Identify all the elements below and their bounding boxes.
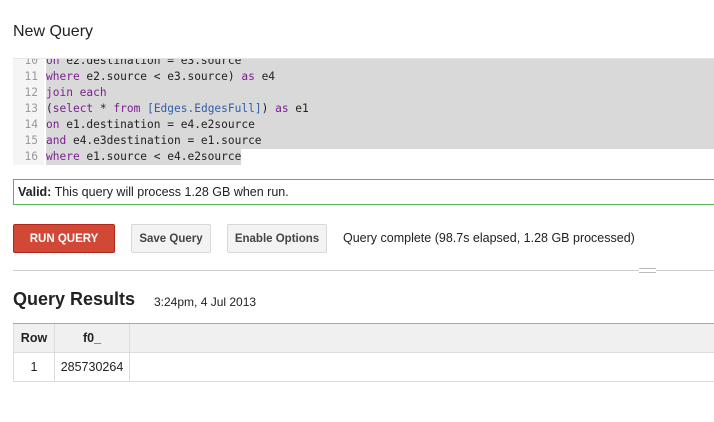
code-line[interactable]: 15 and e4.e3destination = e1.source [13, 133, 714, 149]
line-number: 12 [13, 85, 44, 101]
row-number-cell: 1 [13, 353, 55, 382]
code-keyword: on [46, 118, 60, 131]
line-number: 16 [13, 149, 44, 165]
panel-divider [13, 270, 714, 271]
value-cell: 285730264 [55, 353, 130, 382]
save-query-button[interactable]: Save Query [131, 224, 211, 253]
table-header-row: Row f0_ [13, 324, 714, 353]
line-number: 15 [13, 133, 44, 149]
results-table: Row f0_ 1 285730264 [13, 323, 714, 382]
code-keyword: on [46, 58, 60, 67]
column-header-f0[interactable]: f0_ [55, 324, 130, 353]
code-keyword: as [241, 70, 255, 83]
code-text: ( [46, 102, 53, 115]
code-line[interactable]: 12 join each [13, 85, 714, 101]
code-text: e4 [254, 70, 276, 83]
results-timestamp: 3:24pm, 4 Jul 2013 [154, 295, 257, 309]
code-line[interactable]: 14 on e1.destination = e4.e2source [13, 117, 714, 133]
code-keyword: as [275, 102, 289, 115]
line-number: 13 [13, 101, 44, 117]
code-line[interactable]: 11 where e2.source < e3.source) as e4 [13, 69, 714, 85]
query-status: Query complete (98.7s elapsed, 1.28 GB p… [343, 231, 635, 245]
validation-text: This query will process 1.28 GB when run… [51, 185, 289, 199]
code-text: e2.source < e3.source) [79, 70, 242, 83]
code-keyword: where [46, 150, 80, 163]
enable-options-button[interactable]: Enable Options [227, 224, 327, 253]
code-keyword: where [46, 70, 80, 83]
validation-message: Valid: This query will process 1.28 GB w… [13, 179, 714, 205]
line-number: 14 [13, 117, 44, 133]
query-editor[interactable]: 10 on e2.destination = e3.source 11 wher… [13, 58, 714, 168]
code-keyword: and [46, 134, 67, 147]
results-title: Query Results [13, 289, 136, 309]
column-header-row[interactable]: Row [13, 324, 55, 353]
code-text: e1.destination = e4.e2source [59, 118, 255, 131]
code-text: e1.source < e4.e2source [79, 150, 242, 163]
code-line[interactable]: 13 (select * from [Edges.EdgesFull]) as … [13, 101, 714, 117]
code-keyword: select [52, 102, 94, 115]
resize-grip-icon[interactable] [639, 268, 656, 273]
code-text: e1 [288, 102, 309, 115]
code-text: e4.e3destination = e1.source [66, 134, 262, 147]
line-number: 10 [13, 59, 44, 69]
code-text: ) [261, 102, 276, 115]
page-title: New Query [13, 23, 94, 40]
code-line[interactable]: 16 where e1.source < e4.e2source [13, 149, 714, 165]
validation-label: Valid: [18, 185, 52, 199]
code-keyword: from [113, 102, 141, 115]
code-line[interactable]: 10 on e2.destination = e3.source [13, 59, 714, 69]
line-number: 11 [13, 69, 44, 85]
table-row: 1 285730264 [13, 353, 714, 382]
code-text: e2.destination = e3.source [59, 58, 242, 67]
code-keyword: join each [46, 86, 107, 99]
code-table-name: [Edges.EdgesFull] [140, 102, 262, 115]
run-query-button[interactable]: RUN QUERY [13, 224, 115, 253]
code-text: * [93, 102, 114, 115]
